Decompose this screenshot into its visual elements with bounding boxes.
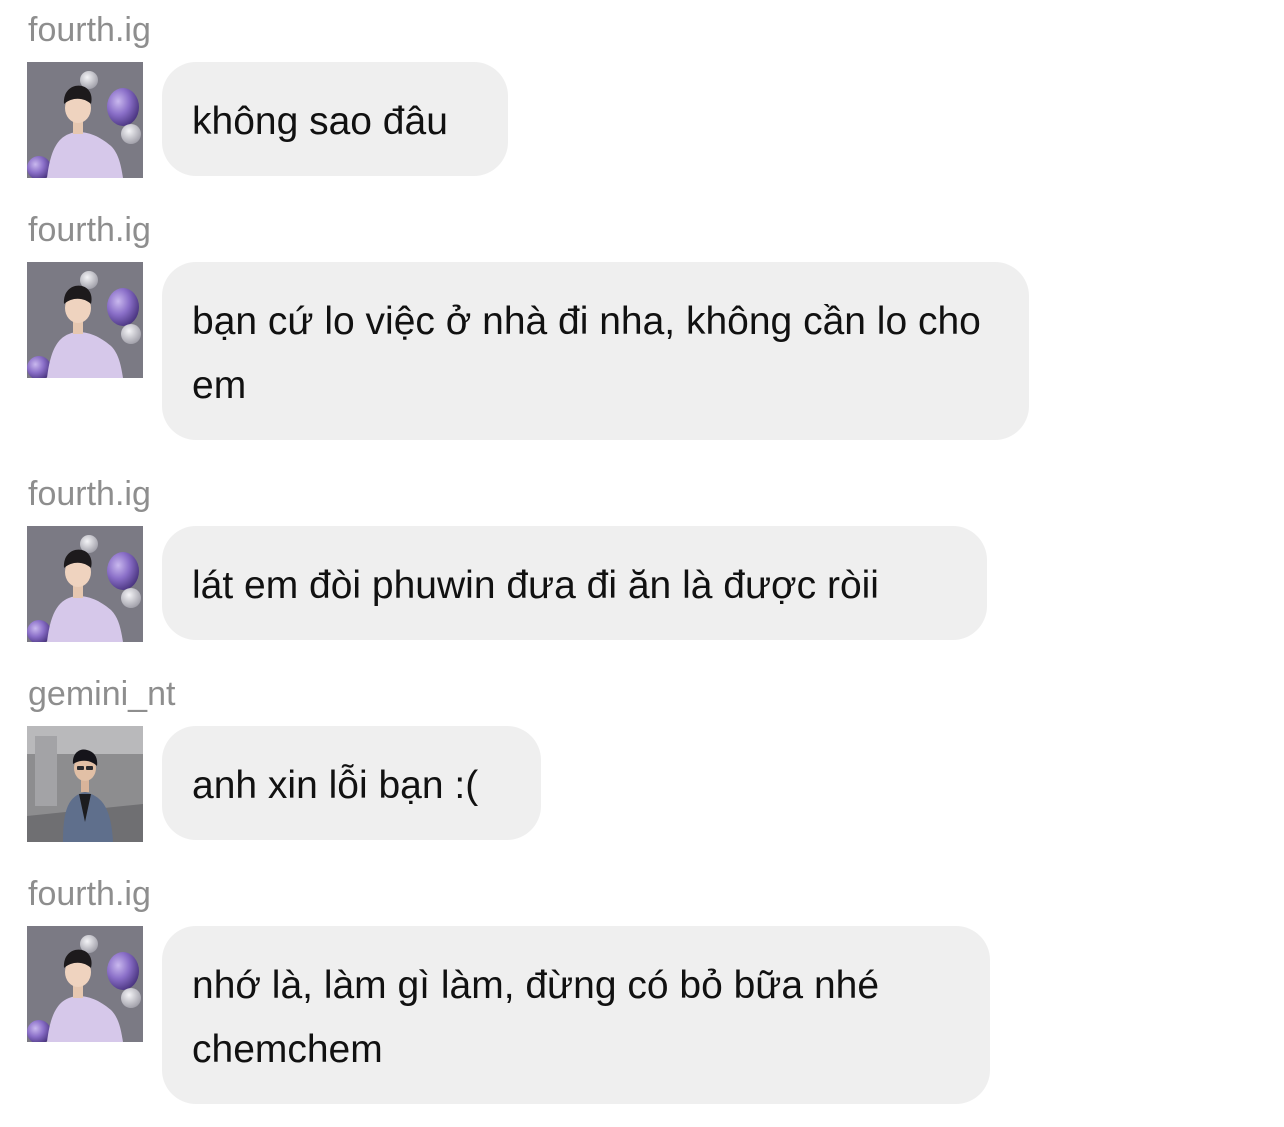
- message-text: anh xin lỗi bạn :(: [192, 764, 479, 807]
- sender-username[interactable]: fourth.ig: [28, 874, 151, 914]
- message-bubble[interactable]: lát em đòi phuwin đưa đi ăn là được ròii: [162, 526, 987, 640]
- message-text: không sao đâu: [192, 100, 448, 143]
- avatar[interactable]: [27, 726, 143, 842]
- message-bubble[interactable]: anh xin lỗi bạn :(: [162, 726, 541, 840]
- message-text: bạn cứ lo việc ở nhà đi nha, không cần l…: [192, 300, 992, 407]
- chat-message: fourth.ig không sao đâu: [0, 10, 1284, 180]
- avatar[interactable]: [27, 62, 143, 178]
- message-text: nhớ là, làm gì làm, đừng có bỏ bữa nhé c…: [192, 964, 890, 1071]
- message-bubble[interactable]: bạn cứ lo việc ở nhà đi nha, không cần l…: [162, 262, 1029, 440]
- avatar[interactable]: [27, 262, 143, 378]
- chat-message: fourth.ig nhớ là, làm gì làm, đừng có bỏ…: [0, 874, 1284, 1106]
- sender-username[interactable]: fourth.ig: [28, 210, 151, 250]
- message-text: lát em đòi phuwin đưa đi ăn là được ròii: [192, 564, 879, 607]
- sender-username[interactable]: fourth.ig: [28, 474, 151, 514]
- chat-message: fourth.ig lát em đòi phuwin đưa đi ăn là…: [0, 474, 1284, 644]
- message-bubble[interactable]: nhớ là, làm gì làm, đừng có bỏ bữa nhé c…: [162, 926, 990, 1104]
- avatar[interactable]: [27, 526, 143, 642]
- chat-message: fourth.ig bạn cứ lo việc ở nhà đi nha, k…: [0, 210, 1284, 442]
- avatar[interactable]: [27, 926, 143, 1042]
- sender-username[interactable]: gemini_nt: [28, 674, 175, 714]
- message-bubble[interactable]: không sao đâu: [162, 62, 508, 176]
- chat-message: gemini_nt anh xin lỗi bạn :(: [0, 674, 1284, 844]
- sender-username[interactable]: fourth.ig: [28, 10, 151, 50]
